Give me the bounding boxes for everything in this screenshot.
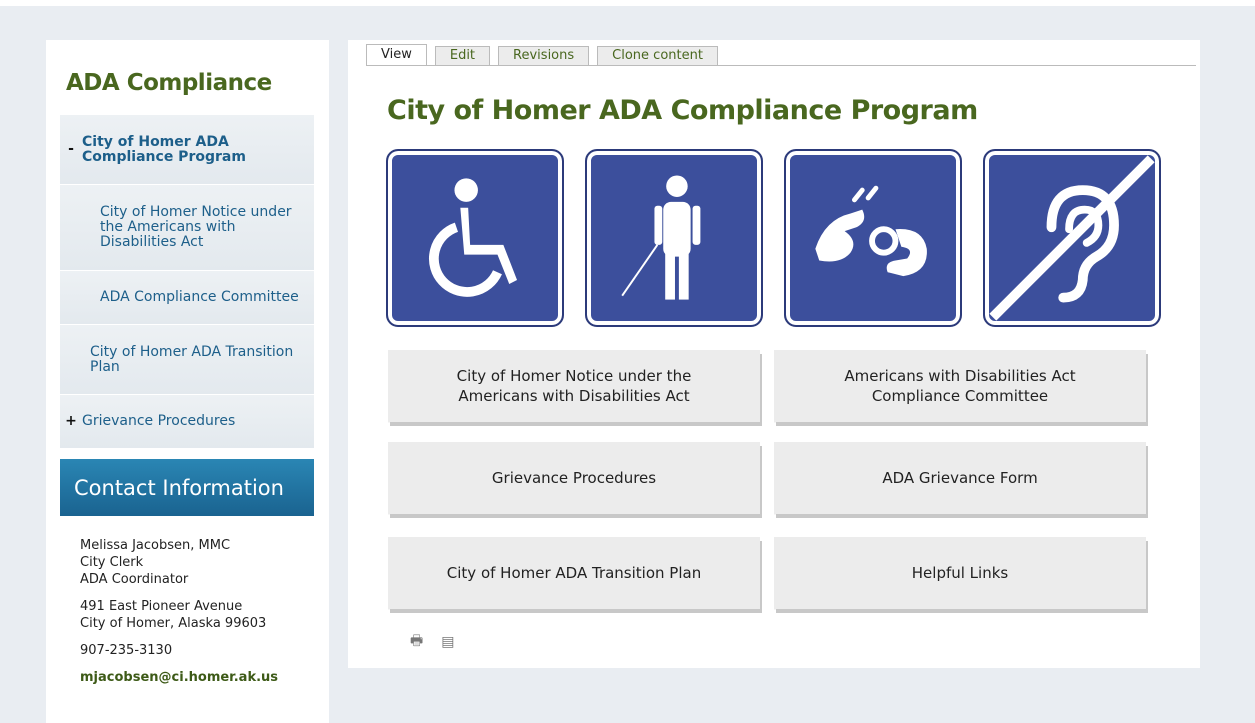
tab-revisions[interactable]: Revisions <box>498 46 590 65</box>
contact-email-link[interactable]: mjacobsen@ci.homer.ak.us <box>80 670 278 685</box>
sign-language-icon <box>784 149 962 327</box>
contact-role: City Clerk <box>80 555 144 570</box>
tab-bar: View Edit Revisions Clone content <box>366 44 1196 66</box>
tab-view[interactable]: View <box>366 44 427 65</box>
sidebar-item-label[interactable]: City of Homer Notice under the Americans… <box>100 205 310 250</box>
contact-address: 491 East Pioneer Avenue <box>80 599 243 614</box>
notice-button[interactable]: City of Homer Notice under the Americans… <box>388 350 760 422</box>
accessibility-icons <box>386 149 1182 327</box>
blind-person-icon <box>585 149 763 327</box>
helpful-links-button[interactable]: Helpful Links <box>774 537 1146 609</box>
contact-address: City of Homer, Alaska 99603 <box>80 616 267 631</box>
top-bar <box>0 0 1255 6</box>
main-content: View Edit Revisions Clone content City o… <box>348 40 1200 668</box>
wheelchair-icon <box>386 149 564 327</box>
grievance-procedures-button[interactable]: Grievance Procedures <box>388 442 760 514</box>
sidebar-item-label[interactable]: City of Homer ADA Transition Plan <box>90 344 305 375</box>
sidebar-item-compliance-program[interactable]: - City of Homer ADA Compliance Program <box>60 115 314 185</box>
sidebar-item-committee[interactable]: ADA Compliance Committee <box>60 271 314 325</box>
contact-phone: 907-235-3130 <box>80 643 173 658</box>
sidebar-item-grievance[interactable]: + Grievance Procedures <box>60 395 314 449</box>
contact-name: Melissa Jacobsen, MMC <box>80 538 231 553</box>
page-actions: 🖶 ▤ <box>410 630 454 654</box>
sidebar-item-notice[interactable]: City of Homer Notice under the Americans… <box>60 185 314 271</box>
contact-info: Melissa Jacobsen, MMC City Clerk ADA Coo… <box>80 537 320 696</box>
sidebar-title: ADA Compliance <box>66 70 272 96</box>
sidebar-item-label[interactable]: Grievance Procedures <box>82 414 235 429</box>
sidebar-item-transition-plan[interactable]: City of Homer ADA Transition Plan <box>60 325 314 395</box>
expand-icon[interactable]: + <box>60 414 82 429</box>
print-icon[interactable]: 🖶 <box>410 630 423 654</box>
contact-role: ADA Coordinator <box>80 572 189 587</box>
sidebar-item-label[interactable]: City of Homer ADA Compliance Program <box>82 134 252 165</box>
contact-heading: Contact Information <box>60 459 314 516</box>
tab-edit[interactable]: Edit <box>434 46 491 65</box>
hearing-impaired-icon <box>983 149 1161 327</box>
page-title: City of Homer ADA Compliance Program <box>387 95 978 126</box>
sidebar: ADA Compliance - City of Homer ADA Compl… <box>46 40 329 723</box>
transition-plan-button[interactable]: City of Homer ADA Transition Plan <box>388 537 760 609</box>
sidebar-item-label[interactable]: ADA Compliance Committee <box>100 290 299 305</box>
compliance-committee-button[interactable]: Americans with Disabilities Act Complian… <box>774 350 1146 422</box>
pdf-icon[interactable]: ▤ <box>441 634 454 650</box>
tab-clone-content[interactable]: Clone content <box>597 46 718 65</box>
collapse-icon[interactable]: - <box>60 142 82 157</box>
grievance-form-button[interactable]: ADA Grievance Form <box>774 442 1146 514</box>
sidebar-menu: - City of Homer ADA Compliance Program C… <box>60 115 314 449</box>
